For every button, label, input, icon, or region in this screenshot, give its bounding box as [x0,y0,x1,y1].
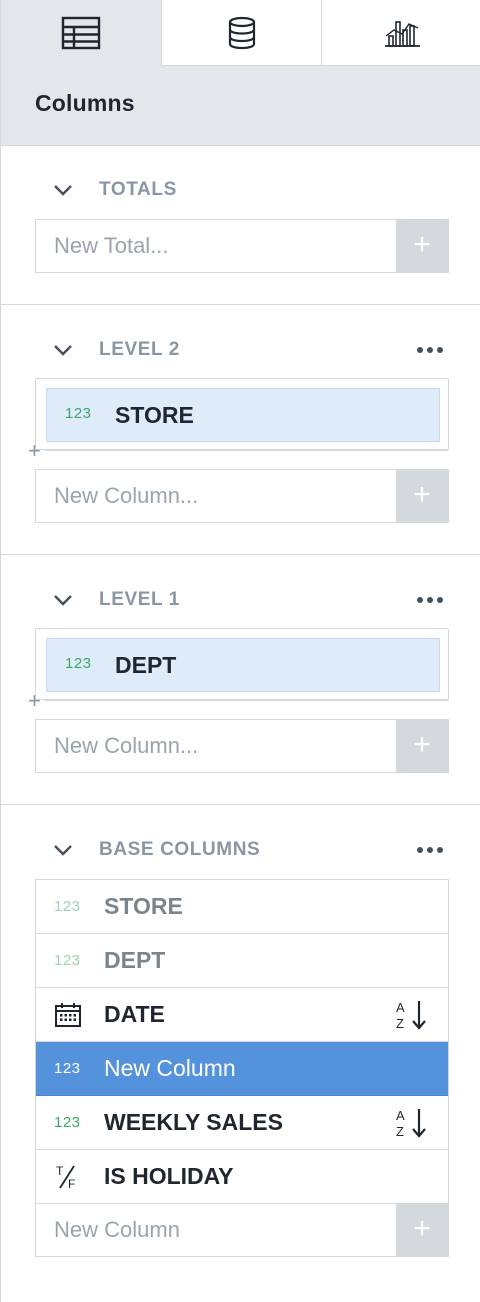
list-item[interactable]: 123 DEPT [36,934,448,988]
chevron-down-icon [54,345,72,356]
boolean-type-icon: T F [56,1164,75,1191]
more-options-icon[interactable] [417,835,443,865]
level-dropzone: 123 STORE [35,378,449,450]
tab-bar [1,0,480,66]
section-label: BASE COLUMNS [99,839,261,860]
svg-text:A: A [396,1108,405,1123]
columns-panel: Columns TOTALS New Total... + LEVEL 2 12… [0,0,480,1302]
section-label: LEVEL 1 [99,589,180,610]
insert-divider [45,450,449,451]
svg-text:F: F [68,1177,75,1191]
add-column-button[interactable]: + [396,1204,448,1256]
sort-az-icon[interactable]: A Z [394,998,430,1032]
level-dropzone: 123 DEPT [35,628,449,700]
section-header-level2[interactable]: LEVEL 2 [51,335,180,365]
section-level1: LEVEL 1 123 DEPT + New Column... + [1,555,480,805]
column-name: DEPT [115,652,177,678]
new-column-field[interactable]: New Column + [36,1204,448,1256]
chevron-down-icon [54,845,72,856]
new-column-placeholder: New Column... [54,733,199,758]
section-header-level1[interactable]: LEVEL 1 [51,585,180,615]
column-name: IS HOLIDAY [104,1163,234,1189]
section-base-columns: BASE COLUMNS 123 STORE 123 DEPT DATE A Z… [1,805,480,1302]
type-label: 123 [54,1114,81,1131]
sort-az-icon[interactable]: A Z [394,1106,430,1140]
type-label: 123 [65,405,92,422]
insert-plus-icon[interactable]: + [28,690,41,712]
table-icon [61,16,101,50]
chart-icon [384,20,420,47]
add-total-button[interactable]: + [396,220,448,272]
type-label: 123 [65,655,92,672]
list-item[interactable]: DATE A Z [36,988,448,1042]
base-column-list: 123 STORE 123 DEPT DATE A Z 123 New Colu… [35,879,449,1257]
section-label: TOTALS [99,179,177,200]
more-options-icon[interactable] [417,335,443,365]
list-item[interactable]: 123 WEEKLY SALES A Z [36,1096,448,1150]
type-label: 123 [54,1060,81,1077]
section-level2: LEVEL 2 123 STORE + New Column... + [1,305,480,555]
column-name: STORE [104,893,183,919]
calendar-icon [55,1003,81,1027]
column-name: New Column [104,1055,236,1081]
chevron-down-icon [54,595,72,606]
svg-text:Z: Z [396,1016,404,1031]
section-label: LEVEL 2 [99,339,180,360]
list-item[interactable]: T F IS HOLIDAY [36,1150,448,1204]
database-icon [228,16,255,49]
new-total-field[interactable]: New Total... + [35,219,449,273]
section-totals: TOTALS New Total... + [1,147,480,305]
column-chip-dept[interactable]: 123 DEPT [46,638,440,692]
more-options-icon[interactable] [417,585,443,615]
add-column-button[interactable]: + [396,720,448,772]
list-item[interactable]: 123 STORE [36,880,448,934]
new-column-field[interactable]: New Column... + [35,469,449,523]
tab-chart[interactable] [322,0,480,66]
list-item-selected[interactable]: 123 New Column [36,1042,448,1096]
add-column-button[interactable]: + [396,470,448,522]
column-name: WEEKLY SALES [104,1109,283,1135]
svg-text:T: T [56,1164,64,1178]
column-chip-store[interactable]: 123 STORE [46,388,440,442]
type-label: 123 [54,952,81,969]
insert-divider [45,700,449,701]
new-column-placeholder: New Column... [54,483,199,508]
column-name: DATE [104,1001,165,1027]
column-name: DEPT [104,947,166,973]
insert-plus-icon[interactable]: + [28,440,41,462]
svg-text:Z: Z [396,1124,404,1139]
type-label: 123 [54,898,81,915]
section-header-base[interactable]: BASE COLUMNS [51,835,260,865]
new-total-placeholder: New Total... [54,233,169,258]
section-header-totals[interactable]: TOTALS [51,175,177,205]
chevron-down-icon [54,185,72,196]
page-title: Columns [35,90,135,116]
panel-header: Columns [1,66,480,146]
tab-columns[interactable] [1,0,162,66]
new-column-field[interactable]: New Column... + [35,719,449,773]
new-column-placeholder: New Column [54,1217,180,1242]
tab-datasource[interactable] [162,0,322,66]
svg-text:A: A [396,1000,405,1015]
column-name: STORE [115,402,194,428]
